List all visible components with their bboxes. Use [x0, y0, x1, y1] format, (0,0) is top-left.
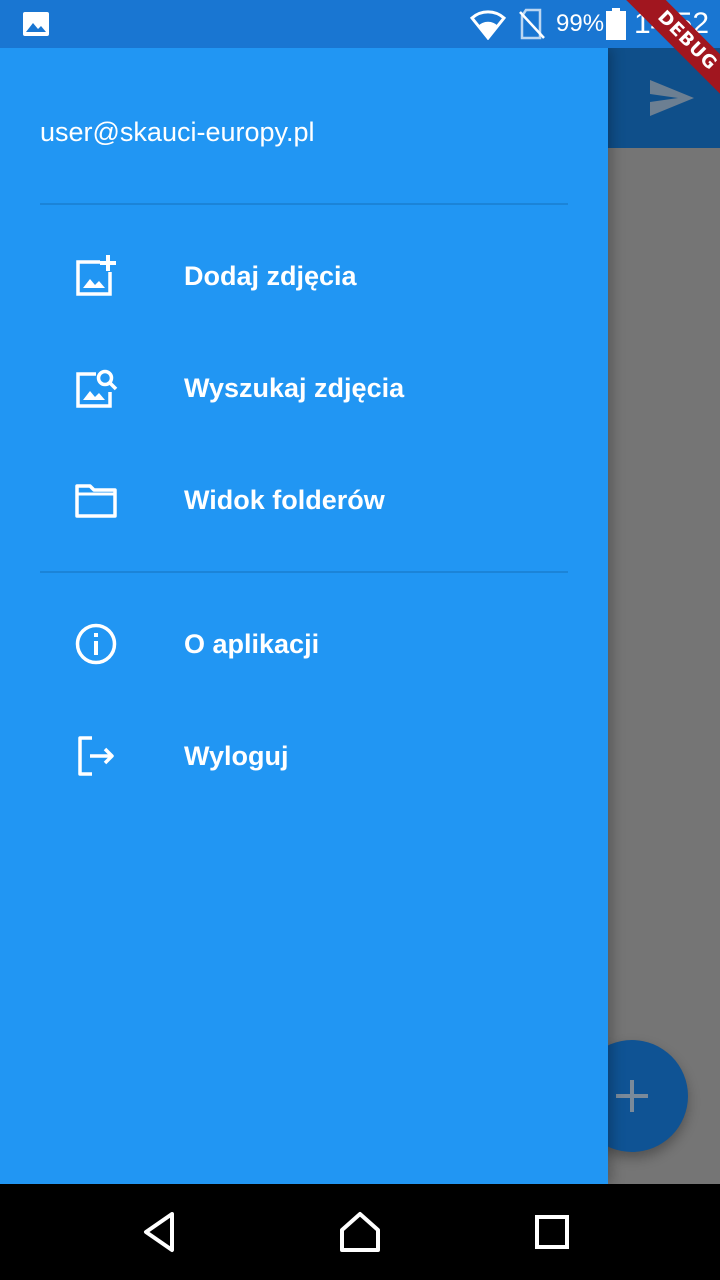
account-email: user@skauci-europy.pl: [40, 117, 315, 147]
divider: [40, 571, 568, 573]
menu-item-search-photos[interactable]: Wyszukaj zdjęcia: [0, 332, 608, 444]
divider: [40, 203, 568, 205]
menu-item-folder-view[interactable]: Widok folderów: [0, 444, 608, 556]
wifi-icon: [470, 10, 506, 40]
menu-item-label: Wyloguj: [184, 741, 289, 771]
plus-icon: [616, 1080, 648, 1112]
navigation-drawer: user@skauci-europy.pl Dodaj zdjęcia Wysz…: [0, 48, 608, 1184]
folder-icon: [75, 484, 117, 518]
gallery-icon: [23, 12, 49, 36]
menu-item-label: Widok folderów: [184, 485, 385, 515]
menu-item-about[interactable]: O aplikacji: [0, 588, 608, 700]
menu-item-label: Dodaj zdjęcia: [184, 261, 357, 291]
menu-item-label: O aplikacji: [184, 629, 320, 659]
logout-icon: [78, 736, 114, 776]
debug-banner-area: DEBUG: [610, 0, 720, 110]
menu-item-label: Wyszukaj zdjęcia: [184, 373, 405, 403]
navigation-bar: [0, 1184, 720, 1280]
debug-banner: DEBUG: [616, 0, 720, 110]
info-icon: [75, 623, 117, 665]
home-icon[interactable]: [336, 1208, 384, 1256]
menu-item-logout[interactable]: Wyloguj: [0, 700, 608, 812]
battery-percent: 99%: [556, 10, 605, 37]
menu-item-add-photos[interactable]: Dodaj zdjęcia: [0, 220, 608, 332]
add-photo-icon: [76, 255, 116, 296]
back-icon[interactable]: [136, 1208, 184, 1256]
recents-icon[interactable]: [528, 1208, 576, 1256]
image-search-icon: [76, 369, 118, 408]
no-sim-icon: [519, 8, 545, 40]
